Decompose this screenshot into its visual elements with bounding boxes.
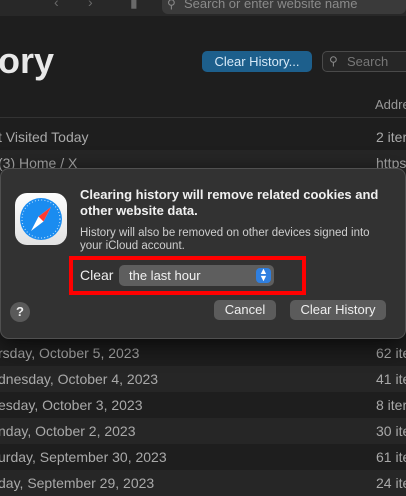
- safari-compass-icon: [15, 193, 67, 245]
- page-title: ory: [0, 40, 55, 81]
- list-item-title: t Visited Today: [0, 129, 89, 145]
- browser-toolbar: ‹ › ▮ ⚲ Search or enter website name: [0, 0, 406, 16]
- help-button[interactable]: ?: [10, 302, 30, 322]
- chevron-right-icon[interactable]: ›: [88, 0, 93, 10]
- list-item-address: 30 ite: [376, 423, 406, 439]
- search-icon: ⚲: [167, 0, 176, 11]
- address-bar-placeholder: Search or enter website name: [184, 0, 358, 11]
- list-item-title: esday, October 3, 2023: [0, 397, 143, 413]
- list-item[interactable]: nday, October 2, 2023 30 ite: [0, 418, 406, 444]
- chevron-left-icon[interactable]: ‹: [54, 0, 59, 10]
- address-column-header[interactable]: Addre: [375, 97, 406, 112]
- list-item-address: 62 ite: [376, 345, 406, 361]
- list-item-title: dnesday, October 4, 2023: [0, 371, 159, 387]
- privacy-shield-icon[interactable]: ▮: [130, 0, 138, 11]
- list-item-title: urday, September 30, 2023: [0, 449, 167, 465]
- list-item-title: day, September 29, 2023: [0, 475, 155, 491]
- list-item-address: 61 ite: [376, 449, 406, 465]
- address-bar[interactable]: ⚲ Search or enter website name: [162, 0, 406, 14]
- history-search-input[interactable]: ⚲ Search: [322, 51, 406, 72]
- list-item-address: 2 iter: [376, 129, 406, 145]
- list-item-title: nday, October 2, 2023: [0, 423, 136, 439]
- cancel-button[interactable]: Cancel: [214, 300, 276, 320]
- dialog-title: Clearing history will remove related coo…: [80, 187, 379, 218]
- confirm-clear-history-button[interactable]: Clear History: [290, 300, 386, 320]
- clear-history-dialog: Clearing history will remove related coo…: [0, 168, 406, 339]
- dialog-subtitle: History will also be removed on other de…: [80, 227, 370, 252]
- list-item-address: 8 iter: [376, 397, 406, 413]
- list-item[interactable]: urday, September 30, 2023 61 ite: [0, 444, 406, 470]
- column-header: Addre: [0, 92, 406, 118]
- search-icon: ⚲: [329, 54, 338, 68]
- list-item-address: 41 ite: [376, 371, 406, 387]
- list-item-address: 24 ite: [376, 475, 406, 491]
- list-item[interactable]: t Visited Today 2 iter: [0, 124, 406, 150]
- list-item-title: rsday, October 5, 2023: [0, 345, 140, 361]
- list-item[interactable]: esday, October 3, 2023 8 iter: [0, 392, 406, 418]
- clear-history-button[interactable]: Clear History...: [202, 51, 312, 72]
- list-item[interactable]: rsday, October 5, 2023 62 ite: [0, 340, 406, 366]
- history-search-placeholder: Search: [347, 54, 389, 69]
- list-item[interactable]: day, September 29, 2023 24 ite: [0, 470, 406, 496]
- highlight-box: [69, 256, 306, 295]
- list-item[interactable]: dnesday, October 4, 2023 41 ite: [0, 366, 406, 392]
